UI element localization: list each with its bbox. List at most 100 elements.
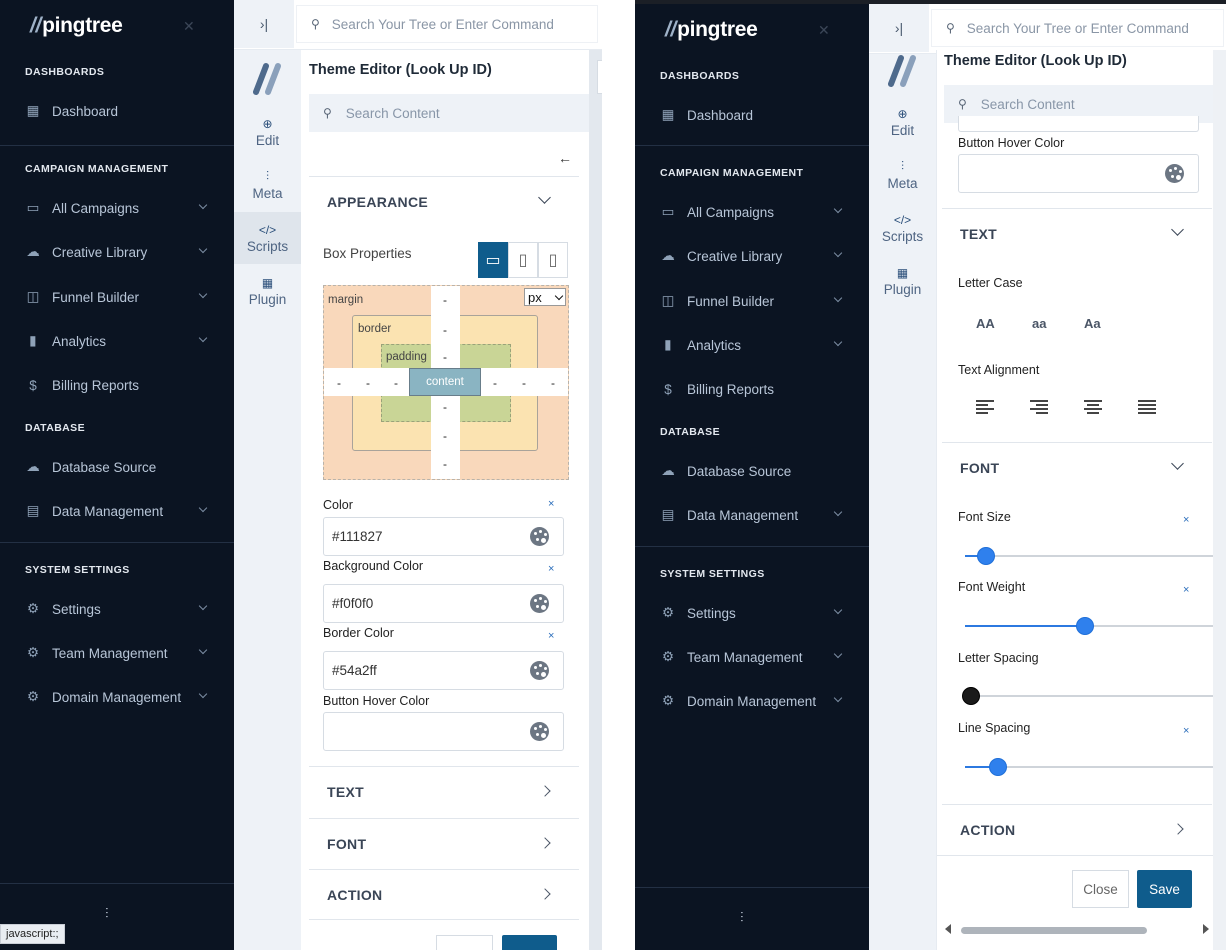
sidebar-item-dashboard[interactable]: ▦ Dashboard — [660, 100, 845, 130]
rail-meta[interactable]: ⫶ Meta — [234, 159, 301, 211]
clear-font-size-icon[interactable]: × — [1183, 514, 1189, 526]
accordion-font[interactable]: FONT — [309, 818, 579, 868]
palette-icon[interactable] — [530, 722, 549, 741]
slider-thumb[interactable] — [1076, 617, 1095, 635]
sidebar-item-settings[interactable]: ⚙ Settings — [660, 598, 845, 628]
sidebar-item-funnel-builder[interactable]: ◫ Funnel Builder — [660, 286, 845, 316]
horizontal-scrollbar[interactable] — [945, 924, 1213, 936]
sidebar-item-team-management[interactable]: ⚙ Team Management — [660, 642, 845, 672]
mobile-view-button[interactable]: ▯ — [538, 242, 568, 278]
padding-bottom-input[interactable]: - — [438, 400, 452, 414]
clear-border-color-icon[interactable]: × — [548, 630, 554, 642]
background-color-input[interactable]: #f0f0f0 — [323, 584, 564, 623]
align-justify-icon[interactable] — [1138, 400, 1156, 414]
unit-select[interactable]: px — [524, 288, 566, 306]
palette-icon[interactable] — [530, 594, 549, 613]
back-arrow-icon[interactable]: ← — [558, 150, 572, 166]
sidebar-item-analytics[interactable]: ▮ Analytics — [25, 326, 210, 356]
sidebar-item-billing-reports[interactable]: $ Billing Reports — [660, 374, 845, 404]
scroll-right-icon[interactable] — [1203, 924, 1209, 934]
sidebar-item-billing-reports[interactable]: $ Billing Reports — [25, 370, 210, 400]
desktop-view-button[interactable]: ▭ — [478, 242, 508, 278]
save-button[interactable]: Save — [1137, 870, 1192, 908]
margin-top-input[interactable]: - — [438, 293, 452, 307]
clear-color-icon[interactable]: × — [548, 498, 554, 510]
uppercase-button[interactable]: AA — [976, 316, 995, 331]
sidebar-item-database-source[interactable]: ☁ Database Source — [25, 452, 210, 482]
collapse-sidebar-icon[interactable]: ›| — [869, 4, 929, 52]
sliders-icon[interactable]: ⫶ — [740, 909, 744, 926]
sidebar-item-domain-management[interactable]: ⚙ Domain Management — [25, 682, 210, 712]
sidebar-item-dashboard[interactable]: ▦ Dashboard — [25, 96, 210, 126]
accordion-font[interactable]: FONT — [942, 442, 1212, 492]
sliders-icon[interactable]: ⫶ — [105, 905, 109, 922]
clear-font-weight-icon[interactable]: × — [1183, 584, 1189, 596]
sidebar-item-funnel-builder[interactable]: ◫ Funnel Builder — [25, 282, 210, 312]
accordion-action[interactable]: ACTION — [309, 869, 579, 919]
content-search-input[interactable]: ⚲ Search Content — [309, 94, 589, 132]
rail-scripts[interactable]: </> Scripts — [869, 202, 936, 254]
sidebar-item-domain-management[interactable]: ⚙ Domain Management — [660, 686, 845, 716]
close-button[interactable] — [436, 935, 493, 950]
global-search-input[interactable]: ⚲ Search Your Tree or Enter Command — [296, 5, 598, 43]
rail-meta[interactable]: ⫶ Meta — [869, 149, 936, 201]
border-bottom-input[interactable]: - — [438, 429, 452, 443]
save-button[interactable] — [502, 935, 557, 950]
accordion-action[interactable]: ACTION — [942, 804, 1212, 854]
rail-edit[interactable]: ⊕ Edit — [869, 96, 936, 148]
sidebar-item-analytics[interactable]: ▮ Analytics — [660, 330, 845, 360]
scrollbar[interactable] — [1213, 50, 1226, 950]
border-left-input[interactable]: - — [361, 376, 375, 390]
accordion-text[interactable]: TEXT — [309, 766, 579, 816]
slider-thumb[interactable] — [976, 547, 995, 565]
border-top-input[interactable]: - — [438, 323, 452, 337]
sidebar-item-creative-library[interactable]: ☁ Creative Library — [660, 241, 845, 271]
sidebar-item-database-source[interactable]: ☁ Database Source — [660, 456, 845, 486]
sidebar-item-data-management[interactable]: ▤ Data Management — [25, 496, 210, 526]
close-button[interactable]: Close — [1072, 870, 1129, 908]
palette-icon[interactable] — [530, 661, 549, 680]
button-hover-color-input[interactable] — [958, 154, 1199, 193]
slider-thumb[interactable] — [962, 687, 980, 705]
sidebar-close-icon[interactable]: ✕ — [818, 22, 830, 39]
margin-left-input[interactable]: - — [332, 376, 346, 390]
accordion-text[interactable]: TEXT — [942, 208, 1212, 258]
border-right-input[interactable]: - — [517, 376, 531, 390]
align-left-icon[interactable] — [976, 400, 994, 414]
app-logo[interactable]: //pingtree — [30, 14, 123, 38]
app-logo[interactable]: //pingtree — [665, 18, 758, 42]
accordion-appearance[interactable]: APPEARANCE — [309, 176, 579, 226]
color-input[interactable]: #111827 — [323, 517, 564, 556]
padding-right-input[interactable]: - — [488, 376, 502, 390]
sidebar-item-settings[interactable]: ⚙ Settings — [25, 594, 210, 624]
sidebar-item-creative-library[interactable]: ☁ Creative Library — [25, 237, 210, 267]
sidebar-item-all-campaigns[interactable]: ▭ All Campaigns — [660, 197, 845, 227]
scrollbar[interactable] — [589, 50, 602, 950]
line-spacing-slider[interactable] — [965, 758, 1213, 776]
sidebar-close-icon[interactable]: ✕ — [183, 18, 195, 35]
sidebar-item-all-campaigns[interactable]: ▭ All Campaigns — [25, 193, 210, 223]
sidebar-item-team-management[interactable]: ⚙ Team Management — [25, 638, 210, 668]
palette-icon[interactable] — [1165, 164, 1184, 183]
border-color-input[interactable]: #54a2ff — [323, 651, 564, 690]
margin-right-input[interactable]: - — [546, 376, 560, 390]
padding-top-input[interactable]: - — [438, 350, 452, 364]
clear-line-spacing-icon[interactable]: × — [1183, 725, 1189, 737]
lowercase-button[interactable]: aa — [1032, 316, 1046, 331]
rail-plugin[interactable]: ▦ Plugin — [234, 265, 301, 317]
scroll-left-icon[interactable] — [945, 924, 951, 934]
align-right-icon[interactable] — [1030, 400, 1048, 414]
collapse-sidebar-icon[interactable]: ›| — [234, 0, 294, 48]
button-hover-color-input[interactable] — [323, 712, 564, 751]
tablet-view-button[interactable]: ▯ — [508, 242, 538, 278]
scroll-thumb[interactable] — [961, 927, 1147, 934]
rail-plugin[interactable]: ▦ Plugin — [869, 255, 936, 307]
margin-bottom-input[interactable]: - — [438, 457, 452, 471]
align-center-icon[interactable] — [1084, 400, 1102, 414]
font-weight-slider[interactable] — [965, 617, 1213, 635]
clear-background-color-icon[interactable]: × — [548, 563, 554, 575]
letter-spacing-slider[interactable] — [962, 687, 1213, 705]
titlecase-button[interactable]: Aa — [1084, 316, 1101, 331]
palette-icon[interactable] — [530, 527, 549, 546]
font-size-slider[interactable] — [965, 547, 1213, 565]
